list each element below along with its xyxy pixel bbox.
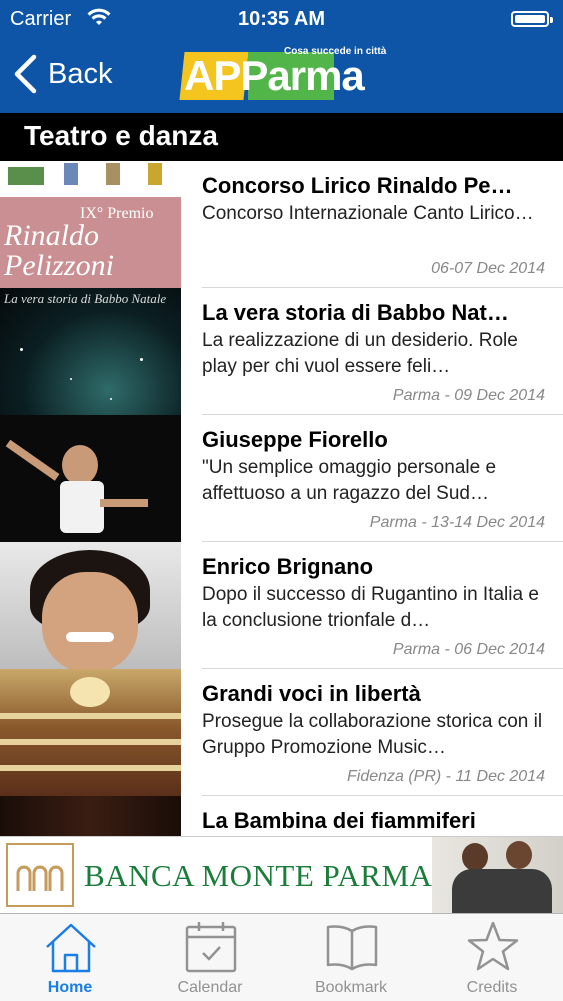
tab-credits[interactable]: Credits [422, 914, 562, 1001]
clock: 10:35 AM [237, 8, 326, 30]
app-logo: Cosa succede in città APParma [179, 42, 386, 102]
tab-label: Calendar [177, 979, 243, 996]
banner-photo [432, 837, 563, 914]
chevron-left-icon [14, 54, 37, 94]
event-row[interactable]: Grandi voci in libertà Prosegue la colla… [0, 669, 563, 796]
event-description: La realizzazione di un desiderio. Role p… [202, 330, 518, 377]
event-title: Enrico Brignano [202, 554, 374, 579]
back-label: Back [48, 57, 113, 90]
thumb-caption: Rinaldo Pelizzoni [4, 219, 114, 282]
home-icon [46, 923, 96, 973]
tab-bar: Home Calendar Bookmark Credits [0, 913, 563, 1001]
event-row[interactable]: Enrico Brignano Dopo il successo di Ruga… [0, 542, 563, 669]
event-thumbnail [0, 542, 181, 669]
star-icon [467, 921, 519, 971]
event-thumbnail: IX° Premio Rinaldo Pelizzoni [0, 161, 181, 288]
bookmark-icon [326, 925, 378, 971]
event-title: La vera storia di Babbo Nat… [202, 300, 509, 325]
event-row[interactable]: La vera storia di Babbo Natale La vera s… [0, 288, 563, 415]
event-date: 06-07 Dec 2014 [431, 260, 545, 277]
status-bar: Carrier 10:35 AM [0, 0, 563, 38]
event-list[interactable]: IX° Premio Rinaldo Pelizzoni Concorso Li… [0, 161, 563, 836]
event-row[interactable]: Giuseppe Fiorello "Un semplice omaggio p… [0, 415, 563, 542]
event-row[interactable]: IX° Premio Rinaldo Pelizzoni Concorso Li… [0, 161, 563, 288]
event-date: Parma - 06 Dec 2014 [392, 641, 545, 658]
battery-icon [511, 11, 553, 27]
event-thumbnail [0, 669, 181, 796]
back-button[interactable]: Back [12, 52, 112, 96]
event-description: Prosegue la collaborazione storica con i… [202, 711, 543, 758]
section-header: Teatro e danza [0, 113, 563, 161]
bank-logo-icon [6, 843, 74, 907]
banner-text: BANCA MONTE PARMA [84, 858, 433, 893]
event-title: La Bambina dei fiammiferi [202, 808, 476, 833]
tab-home[interactable]: Home [0, 914, 140, 1001]
section-title: Teatro e danza [24, 120, 218, 151]
event-description: "Un semplice omaggio personale e affettu… [202, 457, 497, 504]
thumb-caption: La vera storia di Babbo Natale [4, 291, 167, 306]
event-description: Concorso Internazionale Canto Lirico… [202, 203, 534, 224]
event-title: Concorso Lirico Rinaldo Pe… [202, 173, 513, 198]
event-date: Fidenza (PR) - 11 Dec 2014 [346, 768, 545, 785]
ad-banner[interactable]: BANCA MONTE PARMA [0, 836, 563, 914]
event-thumbnail: La vera storia di Babbo Natale [0, 288, 181, 415]
tab-calendar[interactable]: Calendar [140, 914, 280, 1001]
logo-parma: Parma [240, 52, 364, 99]
event-date: Parma - 13-14 Dec 2014 [369, 514, 545, 531]
event-description: Dopo il successo di Rugantino in Italia … [202, 584, 539, 631]
tab-label: Bookmark [314, 979, 388, 996]
top-bar: Carrier 10:35 AM Back Cosa succede in ci… [0, 0, 563, 113]
event-title: Giuseppe Fiorello [202, 427, 388, 452]
logo-ap: AP [184, 52, 241, 99]
tab-label: Credits [466, 979, 518, 996]
event-thumbnail [0, 796, 181, 836]
tab-label: Home [47, 979, 93, 996]
event-row[interactable]: La Bambina dei fiammiferi [0, 796, 563, 836]
tab-bookmark[interactable]: Bookmark [281, 914, 421, 1001]
event-date: Parma - 09 Dec 2014 [392, 387, 545, 404]
event-thumbnail [0, 415, 181, 542]
calendar-icon [185, 922, 237, 973]
event-title: Grandi voci in libertà [202, 681, 421, 706]
